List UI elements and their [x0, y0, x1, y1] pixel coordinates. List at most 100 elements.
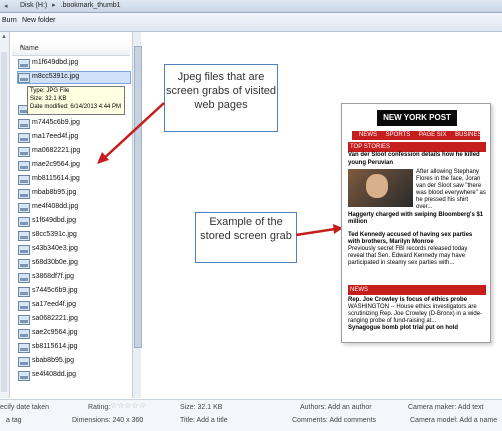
file-name: m8cc5391c.jpg	[32, 73, 80, 80]
status-rating-label: Rating:	[88, 404, 111, 411]
status-dimensions: Dimensions: 240 x 360	[72, 417, 144, 424]
list-item[interactable]: ma17eed4f.jpg	[18, 132, 130, 143]
navigation-scrollbar[interactable]	[1, 52, 7, 392]
column-header-name[interactable]: ^ Name	[12, 43, 130, 56]
list-item[interactable]: m1f649dbd.jpg	[18, 58, 130, 69]
details-pane: ecify date taken a tag Rating: ☆☆☆☆☆ Dim…	[0, 399, 502, 431]
tooltip-type: Type: JPG File	[30, 88, 70, 94]
jpg-file-icon	[18, 273, 30, 283]
status-size: Size: 32.1 KB	[180, 404, 223, 411]
image-preview: NEW YORK POST NEWS SPORTS PAGE SIX BUSIN…	[341, 103, 491, 343]
file-name: mbab8b95.jpg	[32, 189, 77, 196]
preview-headline: Van der Sloot confession details how he …	[348, 152, 480, 166]
list-item[interactable]: me4f408dd.jpg	[18, 202, 130, 213]
list-item[interactable]: mbab8b95.jpg	[18, 188, 130, 199]
news1-title: Rep. Joe Crowley is focus of ethics prob…	[348, 297, 468, 303]
toolbar: Burn New folder	[0, 13, 502, 32]
jpeg-callout: Jpeg files that are screen grabs of visi…	[164, 64, 278, 132]
nypost-logo: NEW YORK POST	[377, 110, 457, 126]
jpeg-callout-text: Jpeg files that are screen grabs of visi…	[165, 71, 277, 111]
list-item[interactable]: sb8115614.jpg	[18, 342, 130, 353]
status-tag[interactable]: a tag	[6, 417, 22, 424]
list-item[interactable]: sa0682221.jpg	[18, 314, 130, 325]
breadcrumb: Disk (H:) ▸ .bookmark_thumb1	[20, 1, 121, 9]
status-specify-date[interactable]: ecify date taken	[0, 404, 49, 411]
list-item[interactable]: s3868df7f.jpg	[18, 272, 130, 283]
file-name: ma0682221.jpg	[32, 147, 81, 154]
jpg-file-icon	[18, 301, 30, 311]
photo-face	[366, 174, 388, 198]
list-item[interactable]: mae2c9564.jpg	[18, 160, 130, 171]
list-item[interactable]: m7445c6b9.jpg	[18, 118, 130, 129]
list-item[interactable]: sa17eed4f.jpg	[18, 300, 130, 311]
jpg-file-icon	[18, 343, 30, 353]
item2-body: Previously secret FBI records released t…	[348, 246, 468, 266]
file-name: s43b340e3.jpg	[32, 245, 78, 252]
jpg-file-icon	[18, 59, 30, 69]
list-item[interactable]: s43b340e3.jpg	[18, 244, 130, 255]
list-item[interactable]: mb8115614.jpg	[18, 174, 130, 185]
logo-text: NEW YORK POST	[383, 113, 451, 122]
breadcrumb-folder[interactable]: .bookmark_thumb1	[61, 2, 121, 9]
file-name: sa0682221.jpg	[32, 315, 78, 322]
jpg-file-icon	[18, 175, 30, 185]
section-news: NEWS	[348, 285, 486, 295]
column-header-label: Name	[20, 45, 39, 52]
file-name: mae2c9564.jpg	[32, 161, 80, 168]
example-callout-text: Example of the stored screen grab	[200, 216, 292, 242]
list-item[interactable]: ma0682221.jpg	[18, 146, 130, 157]
file-name: sb8115614.jpg	[32, 343, 78, 350]
jpg-file-icon	[18, 329, 30, 339]
scroll-up-icon[interactable]: ▲	[1, 34, 7, 40]
list-item[interactable]: s1f649dbd.jpg	[18, 216, 130, 227]
file-name: s3868df7f.jpg	[32, 273, 75, 280]
list-item[interactable]: m8cc5391c.jpg	[17, 71, 131, 84]
burn-button[interactable]: Burn	[2, 17, 17, 24]
jpg-file-icon	[18, 217, 30, 227]
list-item[interactable]: s68d30b0e.jpg	[18, 258, 130, 269]
file-list-scrollbar[interactable]	[132, 32, 142, 398]
status-camera-model[interactable]: Camera model: Add a name	[410, 417, 497, 424]
preview-nav: NEWS SPORTS PAGE SIX BUSINESS	[352, 131, 486, 140]
jpg-file-icon	[18, 189, 30, 199]
status-title[interactable]: Title: Add a title	[180, 417, 228, 424]
jpg-file-icon	[18, 119, 30, 129]
example-callout: Example of the stored screen grab	[195, 212, 297, 263]
status-comments[interactable]: Comments: Add comments	[292, 417, 376, 424]
title-bar: ◂ Disk (H:) ▸ .bookmark_thumb1	[0, 0, 502, 13]
new-folder-button[interactable]: New folder	[22, 17, 55, 24]
jpg-file-icon	[18, 161, 30, 171]
tooltip-size: Size: 32.1 KB	[30, 96, 67, 102]
list-item[interactable]: s7445c6b9.jpg	[18, 286, 130, 297]
file-name: s1f649dbd.jpg	[32, 217, 76, 224]
jpg-file-icon	[18, 315, 30, 325]
file-name: m1f649dbd.jpg	[32, 59, 79, 66]
nav-news: NEWS	[359, 132, 377, 138]
file-name: sa17eed4f.jpg	[32, 301, 76, 308]
rating-stars-icon[interactable]: ☆☆☆☆☆	[110, 401, 146, 410]
list-item[interactable]: sae2c9564.jpg	[18, 328, 130, 339]
scrollbar-thumb[interactable]	[134, 46, 142, 348]
nav-back-icon[interactable]: ◂	[4, 2, 14, 10]
breadcrumb-separator-icon: ▸	[52, 2, 56, 9]
file-name: s68d30b0e.jpg	[32, 259, 78, 266]
jpg-file-icon	[18, 259, 30, 269]
file-name: m7445c6b9.jpg	[32, 119, 80, 126]
tooltip-date: Date modified: 6/14/2013 4:44 PM	[30, 104, 122, 110]
list-item[interactable]: s8cc5391c.jpg	[18, 230, 130, 241]
status-authors[interactable]: Authors: Add an author	[300, 404, 372, 411]
file-name: mb8115614.jpg	[32, 175, 80, 182]
file-name: ma17eed4f.jpg	[32, 133, 79, 140]
jpg-file-icon	[18, 203, 30, 213]
news2-title: Synagogue bomb plot trial put on hold	[348, 325, 458, 331]
news1-body: WASHINGTON -- House ethics investigators…	[348, 304, 483, 324]
list-item[interactable]: se4f408dd.jpg	[18, 370, 130, 381]
jpg-file-icon	[18, 73, 30, 83]
breadcrumb-drive[interactable]: Disk (H:)	[20, 2, 47, 9]
nav-pagesix: PAGE SIX	[418, 132, 447, 138]
list-item[interactable]: sbab8b95.jpg	[18, 356, 130, 367]
status-camera-maker[interactable]: Camera maker: Add text	[408, 404, 483, 411]
jpg-file-icon	[18, 287, 30, 297]
jpg-file-icon	[18, 371, 30, 381]
file-name: se4f408dd.jpg	[32, 371, 76, 378]
